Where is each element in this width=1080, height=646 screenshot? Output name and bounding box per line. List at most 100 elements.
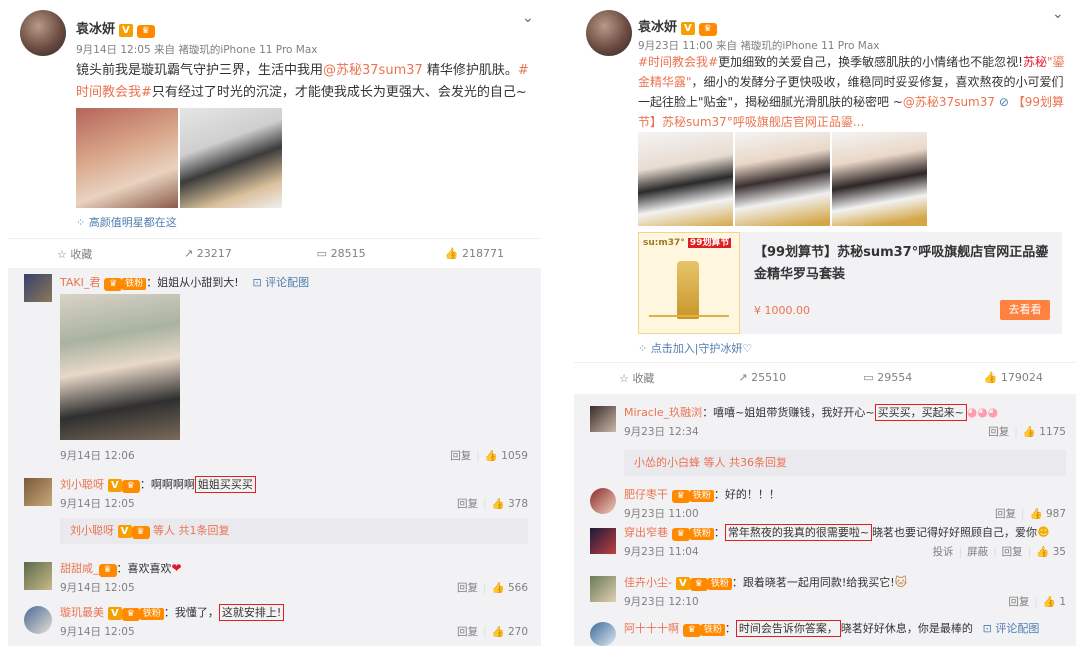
commenter-name[interactable]: 穿出窄巷 — [624, 526, 668, 539]
like-icon[interactable]: 👍 — [492, 626, 505, 638]
block-button[interactable]: 屏蔽 — [967, 546, 988, 558]
cat-emoji-icon: 🐱 — [894, 575, 908, 589]
author-name[interactable]: 袁冰妍 — [638, 20, 677, 35]
commenter-name[interactable]: 刘小聪呀 — [60, 478, 104, 491]
post-photo-2[interactable] — [735, 132, 830, 226]
highlighted-text: 时间会告诉你答案， — [735, 620, 841, 637]
commenter-name[interactable]: 肥仔枣干 — [624, 488, 668, 501]
post-photo-3[interactable] — [832, 132, 927, 226]
comment-row: 阿十十十啊 ♛ 铁粉：时间会告诉你答案， 晓茗好好休息，你是最棒的 ⊡ 评论配图 — [624, 620, 1040, 637]
star-icon: ☆ — [56, 247, 67, 261]
commenter-avatar[interactable] — [24, 606, 52, 634]
author-avatar[interactable] — [586, 10, 632, 56]
favorite-button[interactable]: ☆ 收藏 — [8, 246, 141, 262]
commenter-avatar[interactable] — [24, 274, 52, 302]
like-icon[interactable]: 👍 — [492, 498, 505, 510]
like-button[interactable]: 👍 179024 — [951, 371, 1077, 384]
commenter-name[interactable]: 阿十十十啊 — [624, 622, 679, 635]
supertopic-link[interactable]: ⁘ 点击加入|守护冰妍♡ — [638, 340, 752, 356]
product-title[interactable]: 【99划算节】苏秘sum37°呼吸旗舰店官网正品鎏金精华罗马套装 — [754, 242, 1054, 286]
author-name[interactable]: 袁冰妍 — [76, 22, 115, 37]
mention-link[interactable]: @苏秘37sum37 — [903, 95, 995, 109]
commenter-name[interactable]: 佳卉小尘- — [624, 576, 672, 589]
vip-crown-icon: ♛ — [121, 608, 140, 621]
mention-link[interactable]: @苏秘37sum37 — [323, 63, 423, 78]
author-avatar[interactable] — [20, 10, 66, 56]
comment-button[interactable]: ▭ 29554 — [825, 371, 951, 384]
commenter-name[interactable]: 璇玑最美 — [60, 606, 104, 619]
commenter-avatar[interactable] — [590, 622, 616, 646]
vip-crown-icon: ♛ — [121, 480, 140, 493]
fan-badge: 铁粉 — [689, 490, 714, 502]
commenter-name[interactable]: TAKI_君 — [60, 276, 100, 289]
chevron-down-icon[interactable]: ⌄ — [522, 10, 534, 26]
like-icon[interactable]: 👍 — [1030, 508, 1043, 520]
verified-icon: V — [118, 24, 133, 37]
comment-row: 甜甜咸_ ♛ ：喜欢喜欢❤ — [60, 561, 182, 577]
vip-crown-icon: ♛ — [136, 25, 155, 38]
repost-button[interactable]: ↗ 25510 — [700, 371, 826, 384]
comment-actions: 回复 | 👍 378 — [456, 498, 528, 510]
verified-icon: V — [107, 607, 122, 620]
repost-button[interactable]: ↗ 23217 — [141, 247, 274, 260]
commenter-avatar[interactable] — [590, 576, 616, 602]
like-icon[interactable]: 👍 — [485, 450, 498, 462]
like-icon[interactable]: 👍 — [492, 582, 505, 594]
commenter-avatar[interactable] — [590, 528, 616, 554]
vip-crown-icon: ♛ — [98, 564, 117, 577]
reply-button[interactable]: 回复 — [1002, 546, 1023, 558]
verified-icon: V — [675, 577, 690, 590]
highlighted-text: 买买买，买起来~ — [874, 404, 967, 421]
comment-image-link[interactable]: ⊡ 评论配图 — [252, 276, 309, 289]
post-photo-1[interactable] — [76, 108, 178, 208]
reply-button[interactable]: 回复 — [457, 582, 478, 594]
commenter-name[interactable]: 甜甜咸_ — [60, 562, 99, 575]
reply-button[interactable]: 回复 — [450, 450, 471, 462]
fan-badge: 铁粉 — [689, 528, 714, 540]
commenter-avatar[interactable] — [590, 488, 616, 514]
reply-button[interactable]: 回复 — [1008, 596, 1029, 608]
like-icon[interactable]: 👍 — [1023, 426, 1036, 438]
fan-badge: 铁粉 — [707, 578, 732, 590]
comment-photo[interactable] — [60, 294, 180, 440]
commenter-avatar[interactable] — [24, 478, 52, 506]
comment-row: TAKI_君 ♛ 铁粉 ：姐姐从小甜到大! ⊡ 评论配图 — [60, 276, 310, 291]
like-icon: 👍 — [983, 371, 998, 384]
fan-badge: 铁粉 — [700, 624, 725, 636]
verified-icon: V — [107, 479, 122, 492]
commenter-name[interactable]: Miracle_玖融浏 — [624, 406, 702, 419]
like-icon[interactable]: 👍 — [1036, 546, 1049, 558]
comment-image-link[interactable]: ⊡ 评论配图 — [983, 622, 1040, 635]
author-row: 袁冰妍 V ♛ — [76, 18, 155, 38]
star-icon: ☆ — [619, 371, 629, 385]
post-photo-2[interactable] — [180, 108, 282, 208]
comment-actions: 回复 | 👍 1175 — [988, 426, 1066, 438]
sub-reply-summary[interactable]: 刘小聪呀 V ♛ 等人 共1条回复 — [60, 518, 528, 544]
product-thumbnail[interactable]: su:m37° 99划算节 — [638, 232, 740, 334]
comment-button[interactable]: ▭ 28515 — [275, 247, 408, 260]
topic-link[interactable]: ⁘ 高颜值明星都在这 — [76, 214, 177, 230]
comment-icon: ▭ — [863, 371, 874, 384]
report-button[interactable]: 投诉 — [933, 546, 954, 558]
like-icon[interactable]: 👍 — [1043, 596, 1056, 608]
sub-reply-summary[interactable]: 小怂的小白蜂 等人 共36条回复 — [624, 450, 1066, 476]
highlighted-text: 常年熬夜的我真的很需要啦~ — [724, 524, 873, 541]
favorite-button[interactable]: ☆ 收藏 — [574, 370, 700, 386]
commenter-avatar[interactable] — [590, 406, 616, 432]
view-product-button[interactable]: 去看看 — [1000, 300, 1050, 320]
reply-button[interactable]: 回复 — [988, 426, 1009, 438]
brand-keyword[interactable]: 苏秘 — [1023, 55, 1047, 69]
post-meta: 9月23日 11:00 来自 褚璇玑的iPhone 11 Pro Max — [638, 40, 880, 52]
vip-crown-icon: ♛ — [104, 278, 123, 291]
reply-button[interactable]: 回复 — [995, 508, 1016, 520]
like-button[interactable]: 👍 218771 — [408, 247, 541, 260]
hashtag-link[interactable]: #时间教会我# — [638, 55, 718, 69]
reply-button[interactable]: 回复 — [457, 498, 478, 510]
post-text: #时间教会我#更加细致的关爱自己，换季敏感肌肤的小情绪也不能忽视!苏秘"鎏金精华… — [638, 55, 1065, 129]
comment-icon: ▭ — [316, 247, 328, 260]
comment-actions: 回复 | 👍 566 — [456, 582, 528, 594]
reply-button[interactable]: 回复 — [457, 626, 478, 638]
post-photo-1[interactable] — [638, 132, 733, 226]
commenter-avatar[interactable] — [24, 562, 52, 590]
chevron-down-icon[interactable]: ⌄ — [1052, 6, 1064, 22]
